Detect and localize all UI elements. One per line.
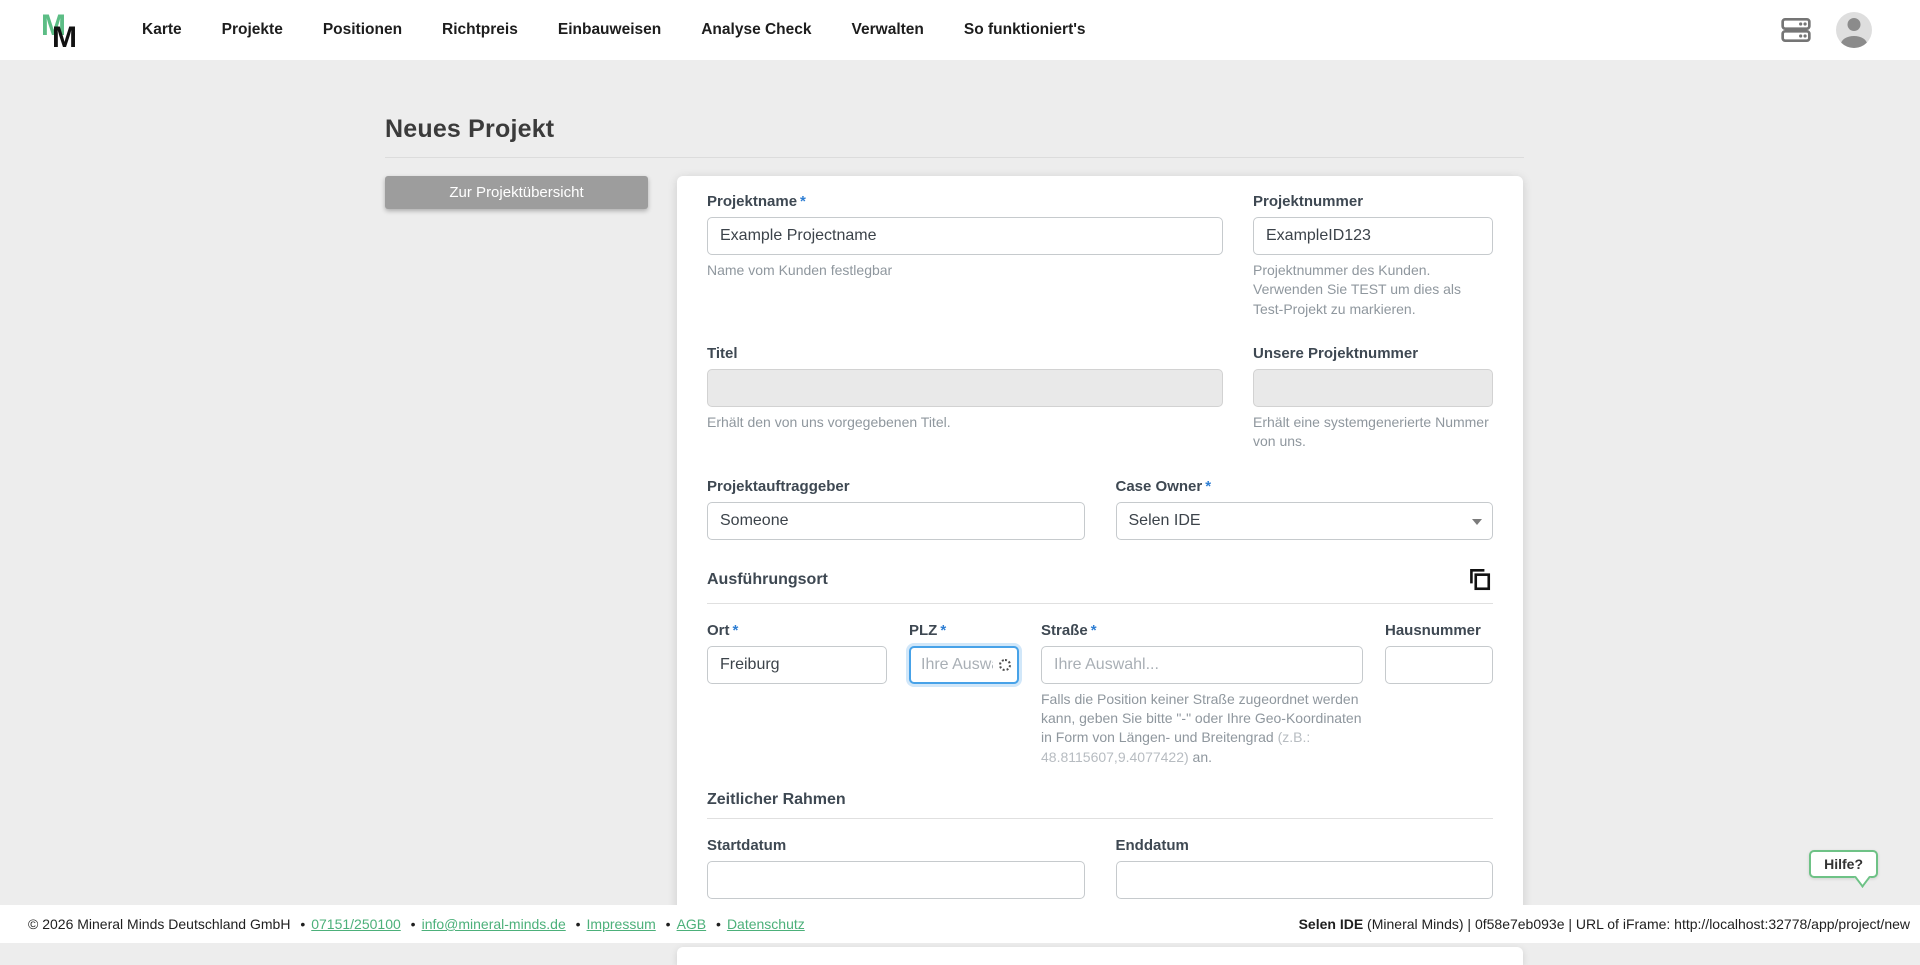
required-marker: * bbox=[1205, 477, 1212, 495]
field-startdatum: Startdatum bbox=[707, 837, 1085, 899]
footer-copyright: © 2026 Mineral Minds Deutschland GmbH bbox=[28, 916, 291, 932]
form-row-address: Ort* PLZ* Straße* Falls die Position kei… bbox=[707, 622, 1493, 767]
unsere-projektnummer-helper: Erhält eine systemgenerierte Nummer von … bbox=[1253, 413, 1489, 450]
form-row-owner: Projektauftraggeber Case Owner* bbox=[707, 478, 1493, 540]
startdatum-input[interactable] bbox=[707, 860, 1085, 899]
projektnummer-label: Projektnummer bbox=[1253, 193, 1364, 210]
nav-item-so-funktionierts[interactable]: So funktioniert's bbox=[964, 21, 1086, 39]
footer-link-datenschutz[interactable]: Datenschutz bbox=[727, 916, 805, 932]
projektname-helper: Name vom Kunden festlegbar bbox=[707, 262, 893, 278]
next-form-card-partial bbox=[677, 946, 1523, 965]
enddatum-input[interactable] bbox=[1115, 860, 1493, 899]
back-to-project-overview-button[interactable]: Zur Projektübersicht bbox=[385, 176, 648, 209]
ort-input[interactable] bbox=[707, 645, 887, 684]
strasse-helper: Falls die Position keiner Straße zugeord… bbox=[1041, 690, 1362, 765]
copy-location-button[interactable] bbox=[1465, 566, 1493, 594]
field-projektauftraggeber: Projektauftraggeber bbox=[707, 478, 1085, 540]
enddatum-label: Enddatum bbox=[1115, 836, 1189, 854]
ort-label: Ort * bbox=[707, 621, 739, 639]
user-avatar-icon[interactable] bbox=[1836, 12, 1872, 48]
startdatum-label: Startdatum bbox=[707, 836, 787, 854]
field-projektnummer: Projektnummer Projektnummer des Kunden. … bbox=[1253, 193, 1493, 319]
projektname-input[interactable] bbox=[707, 217, 1223, 255]
field-titel: Titel Erhält den von uns vorgegebenen Ti… bbox=[707, 345, 1223, 452]
case-owner-select[interactable] bbox=[1115, 501, 1493, 540]
field-case-owner: Case Owner * bbox=[1115, 477, 1493, 540]
hausnummer-label: Hausnummer bbox=[1385, 621, 1481, 639]
projektname-label: Projektname * bbox=[707, 193, 806, 210]
titel-helper: Erhält den von uns vorgegebenen Titel. bbox=[707, 413, 951, 430]
hausnummer-input[interactable] bbox=[1385, 645, 1493, 684]
nav-menu: Karte Projekte Positionen Richtpreis Ein… bbox=[142, 21, 1086, 39]
section-ausfuehrungsort: Ausführungsort bbox=[707, 566, 1493, 604]
help-label: Hilfe? bbox=[1824, 856, 1863, 872]
nav-item-projekte[interactable]: Projekte bbox=[222, 21, 283, 39]
field-unsere-projektnummer: Unsere Projektnummer Erhält eine systemg… bbox=[1253, 345, 1493, 452]
required-marker: * bbox=[1090, 621, 1097, 639]
titel-label: Titel bbox=[707, 344, 738, 362]
mineral-minds-logo-icon[interactable]: M M bbox=[40, 7, 86, 54]
form-row-titel: Titel Erhält den von uns vorgegebenen Ti… bbox=[707, 345, 1493, 452]
titel-input bbox=[707, 368, 1223, 407]
loading-spinner-icon bbox=[999, 658, 1011, 671]
project-form-card: Projektname* Name vom Kunden festlegbar … bbox=[677, 176, 1523, 927]
top-navbar: M M Karte Projekte Positionen Richtpreis… bbox=[0, 0, 1920, 60]
copy-icon bbox=[1470, 568, 1491, 590]
footer-link-email[interactable]: info@mineral-minds.de bbox=[422, 916, 566, 932]
footer-session-info: Selen IDE (Mineral Minds) | 0f58e7eb093e… bbox=[1299, 916, 1910, 932]
footer-user-name: Selen IDE bbox=[1298, 916, 1364, 932]
nav-item-einbauweisen[interactable]: Einbauweisen bbox=[558, 21, 661, 39]
footer-link-agb[interactable]: AGB bbox=[677, 916, 707, 932]
plz-label: PLZ * bbox=[909, 621, 947, 639]
projektauftraggeber-label: Projektauftraggeber bbox=[707, 477, 850, 495]
footer: © 2026 Mineral Minds Deutschland GmbH • 0… bbox=[0, 905, 1920, 943]
field-enddatum: Enddatum bbox=[1115, 836, 1493, 899]
field-hausnummer: Hausnummer bbox=[1385, 622, 1493, 767]
navbar-right bbox=[1780, 12, 1872, 48]
nav-item-richtpreis[interactable]: Richtpreis bbox=[442, 21, 518, 39]
section-zeitlicher-rahmen: Zeitlicher Rahmen bbox=[707, 791, 1493, 819]
nav-item-verwalten[interactable]: Verwalten bbox=[852, 21, 924, 39]
svg-text:M: M bbox=[52, 21, 77, 53]
server-icon[interactable] bbox=[1780, 14, 1812, 46]
required-marker: * bbox=[732, 621, 739, 639]
projektauftraggeber-input[interactable] bbox=[707, 501, 1085, 540]
help-button[interactable]: Hilfe? bbox=[1809, 850, 1878, 878]
zeitlicher-rahmen-title: Zeitlicher Rahmen bbox=[707, 790, 846, 808]
projektnummer-input[interactable] bbox=[1253, 217, 1493, 255]
strasse-label: Straße * bbox=[1041, 621, 1097, 639]
field-strasse: Straße* Falls die Position keiner Straße… bbox=[1041, 622, 1363, 767]
field-plz: PLZ * bbox=[909, 622, 1019, 767]
nav-item-positionen[interactable]: Positionen bbox=[323, 21, 402, 39]
nav-item-analyse-check[interactable]: Analyse Check bbox=[701, 21, 811, 39]
footer-link-impressum[interactable]: Impressum bbox=[587, 916, 656, 932]
projektnummer-helper: Projektnummer des Kunden. Verwenden Sie … bbox=[1253, 262, 1462, 317]
unsere-projektnummer-label: Unsere Projektnummer bbox=[1253, 344, 1419, 362]
nav-item-karte[interactable]: Karte bbox=[142, 21, 182, 39]
form-row-name-number: Projektname* Name vom Kunden festlegbar … bbox=[707, 193, 1493, 319]
field-ort: Ort * bbox=[707, 622, 887, 767]
form-row-dates: Startdatum Enddatum bbox=[707, 837, 1493, 899]
required-marker: * bbox=[940, 621, 947, 639]
strasse-input[interactable] bbox=[1041, 645, 1363, 684]
page-header: Neues Projekt bbox=[385, 115, 1524, 158]
ausfuehrungsort-title: Ausführungsort bbox=[707, 570, 828, 588]
footer-session-details: (Mineral Minds) | 0f58e7eb093e | URL of … bbox=[1363, 916, 1910, 932]
footer-left: © 2026 Mineral Minds Deutschland GmbH • 0… bbox=[28, 916, 805, 932]
field-projektname: Projektname* Name vom Kunden festlegbar bbox=[707, 193, 1223, 319]
left-column: Zur Projektübersicht bbox=[385, 176, 648, 209]
page-title: Neues Projekt bbox=[385, 115, 555, 143]
required-marker: * bbox=[800, 193, 806, 210]
case-owner-value[interactable] bbox=[1115, 501, 1493, 540]
case-owner-label: Case Owner * bbox=[1115, 477, 1212, 495]
unsere-projektnummer-input bbox=[1253, 368, 1493, 407]
footer-link-phone[interactable]: 07151/250100 bbox=[311, 916, 401, 932]
content-area: Zur Projektübersicht Projektname* Name v… bbox=[385, 176, 1920, 927]
